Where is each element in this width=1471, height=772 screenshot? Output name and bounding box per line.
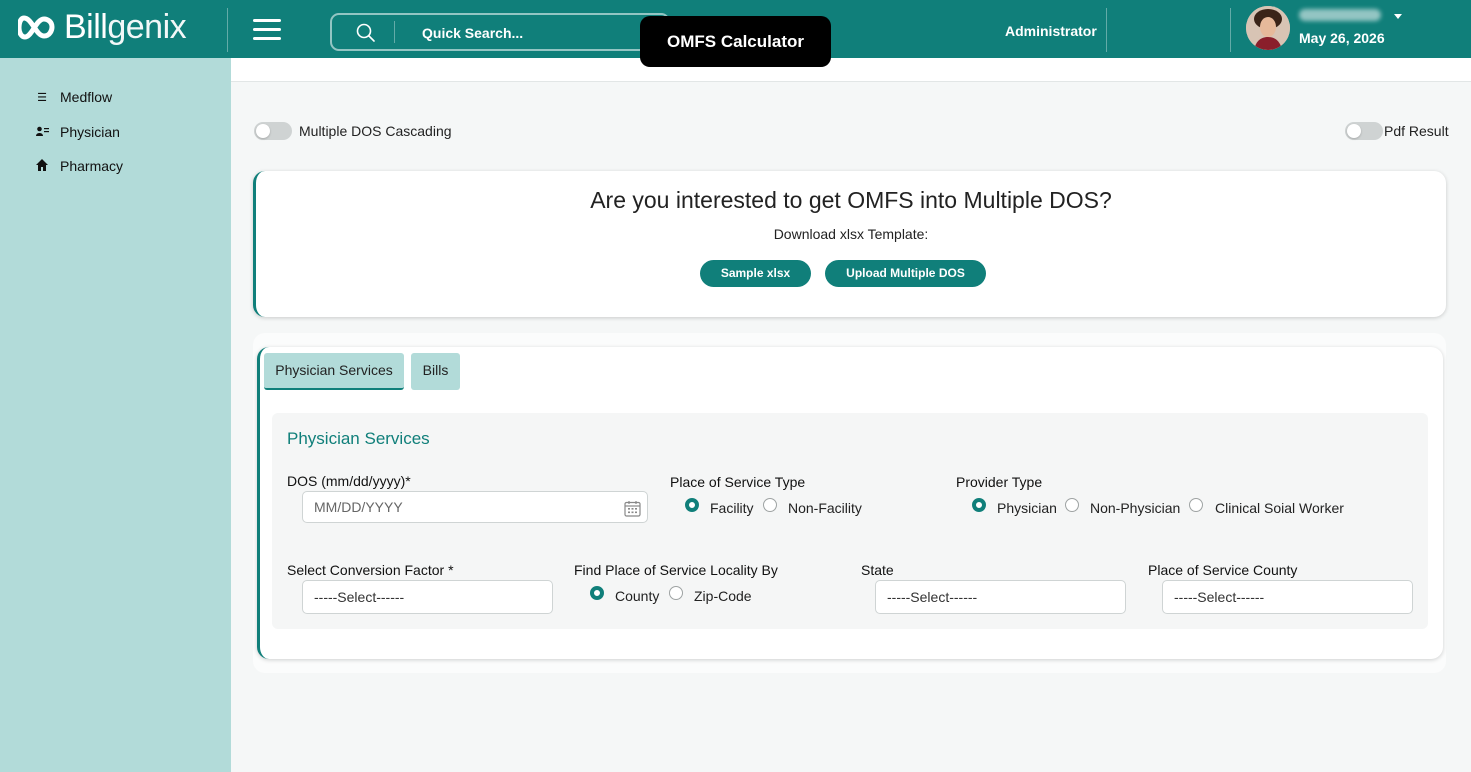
user-role: Administrator xyxy=(1005,23,1097,39)
physician-icon xyxy=(34,126,50,139)
place-of-service-type-label: Place of Service Type xyxy=(670,474,806,490)
search-separator xyxy=(394,21,395,43)
tab-bills[interactable]: Bills xyxy=(411,353,460,390)
radio-facility[interactable] xyxy=(685,498,699,512)
county-label: Place of Service County xyxy=(1148,562,1298,578)
logo-mark-icon xyxy=(16,10,62,44)
state-label: State xyxy=(861,562,894,578)
download-template-label: Download xlsx Template: xyxy=(773,226,929,242)
user-name-blurred[interactable] xyxy=(1299,9,1381,21)
radio-physician[interactable] xyxy=(972,498,986,512)
conversion-factor-select[interactable]: -----Select------ xyxy=(302,580,553,614)
radio-clinical-social-worker-label: Clinical Soial Worker xyxy=(1215,500,1344,516)
sidebar-item-pharmacy[interactable]: Pharmacy xyxy=(34,158,123,174)
county-select[interactable]: -----Select------ xyxy=(1162,580,1413,614)
upload-multiple-dos-button[interactable]: Upload Multiple DOS xyxy=(825,260,986,287)
radio-clinical-social-worker[interactable] xyxy=(1189,498,1203,512)
search-placeholder: Quick Search... xyxy=(422,25,524,41)
sidebar: ☰ Medflow Physician Pharmacy xyxy=(0,58,231,772)
provider-type-label: Provider Type xyxy=(956,474,1043,490)
multiple-dos-toggle-label: Multiple DOS Cascading xyxy=(299,123,452,139)
pdf-result-toggle-label: Pdf Result xyxy=(1384,123,1449,139)
physician-services-title: Physician Services xyxy=(287,429,430,448)
multiple-dos-toggle[interactable] xyxy=(254,122,292,140)
locality-by-label: Find Place of Service Locality By xyxy=(574,562,778,578)
radio-zip-code[interactable] xyxy=(669,586,683,600)
billgenix-logo[interactable]: Billgenix xyxy=(16,8,187,46)
dos-placeholder: MM/DD/YYYY xyxy=(314,499,403,515)
pdf-result-toggle[interactable] xyxy=(1345,122,1383,140)
header-divider xyxy=(1230,8,1231,52)
list-icon: ☰ xyxy=(37,91,47,104)
logo-text: Billgenix xyxy=(64,8,187,46)
search-icon xyxy=(356,23,375,42)
current-date: May 26, 2026 xyxy=(1299,30,1385,46)
dos-date-input[interactable]: MM/DD/YYYY xyxy=(302,491,648,523)
conversion-factor-label: Select Conversion Factor * xyxy=(287,562,454,578)
sidebar-item-physician[interactable]: Physician xyxy=(34,124,120,140)
radio-zip-code-label: Zip-Code xyxy=(694,588,752,604)
radio-facility-label: Facility xyxy=(710,500,754,516)
radio-physician-label: Physician xyxy=(997,500,1057,516)
header-divider xyxy=(227,8,228,52)
tab-physician-services[interactable]: Physician Services xyxy=(264,353,404,390)
radio-non-facility[interactable] xyxy=(763,498,777,512)
multiple-dos-card: Are you interested to get OMFS into Mult… xyxy=(253,171,1446,317)
sidebar-item-label: Physician xyxy=(60,124,120,140)
dos-label: DOS (mm/dd/yyyy)* xyxy=(287,473,411,489)
radio-county[interactable] xyxy=(590,586,604,600)
radio-non-physician[interactable] xyxy=(1065,498,1079,512)
radio-non-facility-label: Non-Facility xyxy=(788,500,862,516)
sidebar-item-medflow[interactable]: ☰ Medflow xyxy=(34,89,112,105)
sidebar-item-label: Medflow xyxy=(60,89,113,105)
header-divider xyxy=(1106,8,1107,52)
state-select[interactable]: -----Select------ xyxy=(875,580,1126,614)
sidebar-item-label: Pharmacy xyxy=(60,158,124,174)
chevron-down-icon[interactable] xyxy=(1394,14,1402,19)
radio-non-physician-label: Non-Physician xyxy=(1090,500,1181,516)
page-title-badge: OMFS Calculator xyxy=(640,16,831,67)
radio-county-label: County xyxy=(615,588,660,604)
home-icon xyxy=(34,158,50,174)
multiple-dos-title: Are you interested to get OMFS into Mult… xyxy=(590,187,1112,213)
calendar-icon[interactable] xyxy=(624,500,641,517)
user-avatar[interactable] xyxy=(1246,6,1290,50)
content-top-strip xyxy=(231,58,1471,82)
quick-search-input[interactable]: Quick Search... xyxy=(330,13,670,51)
sample-xlsx-button[interactable]: Sample xlsx xyxy=(700,260,811,287)
hamburger-menu-button[interactable] xyxy=(253,19,281,41)
